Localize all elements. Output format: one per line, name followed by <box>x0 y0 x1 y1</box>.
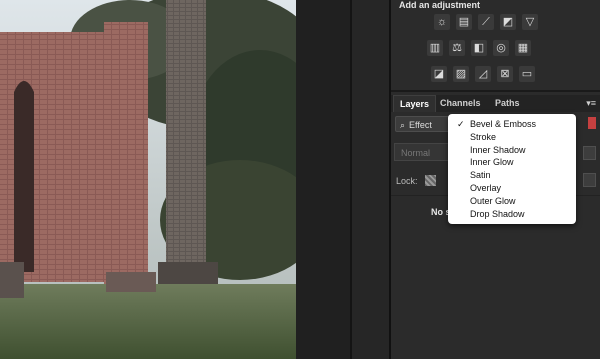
dropdown-item-label: Drop Shadow <box>470 208 525 219</box>
tab-channels[interactable]: Channels <box>434 95 487 112</box>
dropdown-item-label: Inner Glow <box>470 157 514 168</box>
panel-tabs: Layers Channels Paths ▾≡ <box>391 95 600 112</box>
adjustment-row: ▥ ⚖ ◧ ◎ ▦ <box>427 40 531 56</box>
dropdown-item[interactable]: Stroke <box>448 131 576 144</box>
exposure-icon[interactable]: ◩ <box>500 14 516 30</box>
curves-icon[interactable]: ⟋ <box>478 14 494 30</box>
levels-icon-glyph: ▤ <box>458 16 470 28</box>
filter-type-label: Effect <box>409 120 432 130</box>
vibrance-icon-glyph: ▽ <box>525 16 535 28</box>
brightness-icon[interactable]: ☼ <box>434 14 450 30</box>
tab-layers[interactable]: Layers <box>393 95 437 112</box>
dropdown-item-label: Satin <box>470 170 491 181</box>
adjustment-row: ◪ ▨ ◿ ⊠ ▭ <box>431 66 535 82</box>
tab-paths[interactable]: Paths <box>489 95 526 112</box>
dropdown-item-label: Stroke <box>470 131 497 142</box>
posterize-icon-glyph: ▨ <box>455 68 467 80</box>
effects-filter-dropdown[interactable]: ✓ Bevel & Emboss Stroke Inner Shadow Inner G… <box>448 114 576 224</box>
hue-saturation-icon[interactable]: ▥ <box>427 40 443 56</box>
hue-saturation-icon-glyph: ▥ <box>429 42 441 54</box>
dropdown-item[interactable]: Outer Glow <box>448 195 576 208</box>
dropdown-item[interactable]: Inner Glow <box>448 156 576 169</box>
gradient-map-icon-glyph: ▭ <box>521 68 533 80</box>
gradient-map-icon[interactable]: ▭ <box>519 66 535 82</box>
black-white-icon[interactable]: ◧ <box>471 40 487 56</box>
pasteboard <box>296 0 350 359</box>
divider <box>391 90 600 92</box>
document-canvas[interactable] <box>0 0 296 359</box>
curves-icon-glyph: ⟋ <box>482 16 490 28</box>
dropdown-item[interactable]: Satin <box>448 169 576 182</box>
exposure-icon-glyph: ◩ <box>502 16 514 28</box>
dropdown-item[interactable]: Overlay <box>448 182 576 195</box>
selective-color-icon[interactable]: ⊠ <box>497 66 513 82</box>
black-white-icon-glyph: ◧ <box>473 42 485 54</box>
checkmark-icon: ✓ <box>457 119 465 129</box>
color-balance-icon-glyph: ⚖ <box>452 42 462 54</box>
photo-filter-icon-glyph: ◎ <box>496 42 506 54</box>
panel-dock-gap <box>352 0 389 359</box>
adjustment-row: ☼ ▤ ⟋ ◩ ▽ <box>434 14 538 30</box>
dropdown-item[interactable]: Drop Shadow <box>448 208 576 221</box>
photo-filter-icon[interactable]: ◎ <box>493 40 509 56</box>
invert-icon-glyph: ◪ <box>433 68 445 80</box>
dropdown-item[interactable]: ✓ Bevel & Emboss <box>448 118 576 131</box>
threshold-icon-glyph: ◿ <box>478 68 488 80</box>
dropdown-item-label: Bevel & Emboss <box>470 119 537 129</box>
filter-toggle[interactable] <box>588 117 596 129</box>
lock-transparent-pixels-icon[interactable] <box>425 175 436 186</box>
color-balance-icon[interactable]: ⚖ <box>449 40 465 56</box>
opacity-dropdown-button[interactable] <box>583 146 596 160</box>
vibrance-icon[interactable]: ▽ <box>522 14 538 30</box>
channel-mixer-icon[interactable]: ▦ <box>515 40 531 56</box>
threshold-icon[interactable]: ◿ <box>475 66 491 82</box>
dropdown-item-label: Outer Glow <box>470 195 516 206</box>
adjustments-title: Add an adjustment <box>399 0 481 10</box>
selective-color-icon-glyph: ⊠ <box>500 68 510 80</box>
posterize-icon[interactable]: ▨ <box>453 66 469 82</box>
invert-icon[interactable]: ◪ <box>431 66 447 82</box>
dropdown-item[interactable]: Inner Shadow <box>448 144 576 157</box>
filter-type-select[interactable]: ⌕ Effect <box>395 116 453 132</box>
panel-menu-icon[interactable]: ▾≡ <box>586 98 596 109</box>
dropdown-item-label: Overlay <box>470 182 502 193</box>
dropdown-item-label: Inner Shadow <box>470 144 526 155</box>
brightness-icon-glyph: ☼ <box>436 16 448 28</box>
levels-icon[interactable]: ▤ <box>456 14 472 30</box>
lock-label: Lock: <box>396 176 418 186</box>
ruins-photo <box>0 0 296 359</box>
fill-dropdown-button[interactable] <box>583 173 596 187</box>
channel-mixer-icon-glyph: ▦ <box>517 42 529 54</box>
search-icon: ⌕ <box>400 120 406 130</box>
